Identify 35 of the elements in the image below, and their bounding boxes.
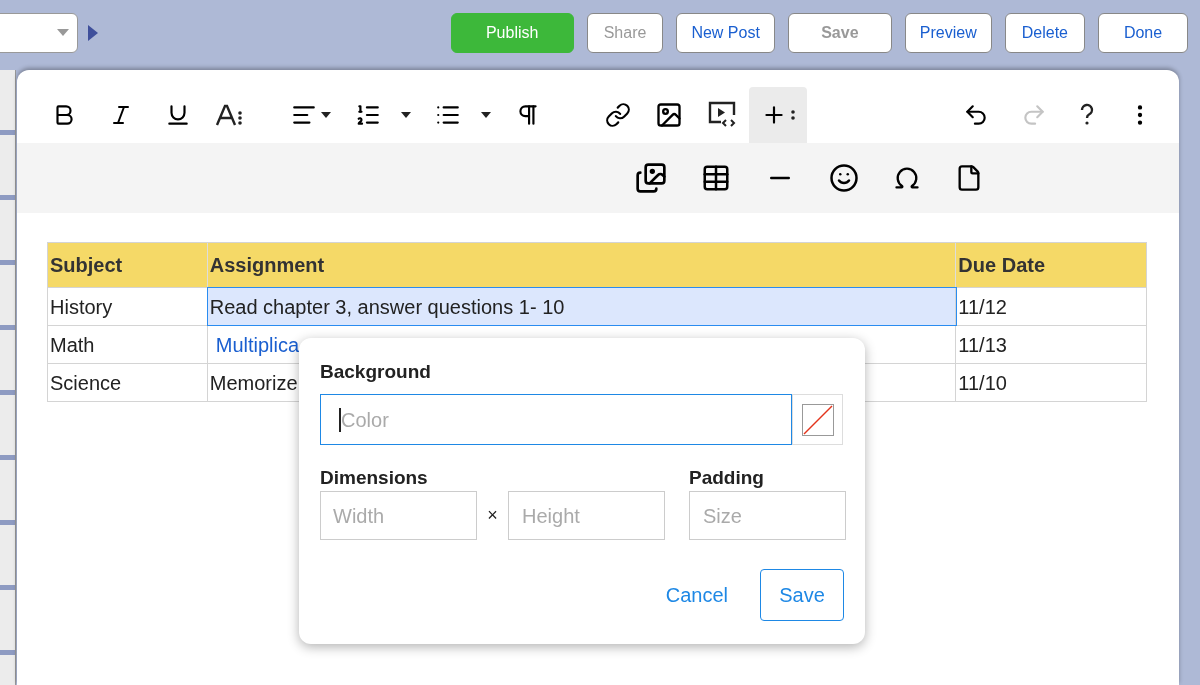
table-cell: Science bbox=[48, 364, 208, 401]
no-color-icon bbox=[801, 403, 834, 436]
field-label: Background bbox=[320, 361, 432, 383]
caret-icon bbox=[321, 112, 331, 118]
cancel-button[interactable]: Cancel bbox=[665, 580, 728, 610]
table-cell: Math bbox=[48, 326, 208, 363]
toolbar-button[interactable]: Preview bbox=[904, 12, 992, 53]
play-arrow-icon[interactable] bbox=[88, 24, 98, 41]
table-cell-text: 11/13 bbox=[957, 332, 1008, 358]
caret-icon bbox=[57, 29, 69, 36]
insert-more-icon[interactable] bbox=[749, 87, 807, 143]
field-label: Dimensions bbox=[320, 467, 429, 489]
numbered-list-icon bbox=[355, 102, 381, 128]
toolbar-button[interactable]: Done bbox=[1098, 12, 1188, 53]
toolbar-button[interactable]: Delete bbox=[1004, 12, 1085, 53]
table-cell-text: 11/10 bbox=[957, 370, 1008, 396]
table-icon[interactable] bbox=[701, 163, 731, 193]
toolbar-button[interactable]: New Post bbox=[676, 12, 775, 53]
column-header: Subject bbox=[48, 243, 208, 287]
emoji-icon[interactable] bbox=[829, 163, 859, 193]
save-button[interactable]: Save bbox=[760, 569, 844, 621]
dropdown[interactable] bbox=[0, 12, 78, 53]
color-input-field[interactable]: Color bbox=[320, 394, 792, 445]
height-input-field[interactable]: Height bbox=[508, 491, 665, 540]
caret-icon bbox=[401, 112, 411, 118]
caret-icon bbox=[481, 112, 491, 118]
toolbar-button[interactable]: Publish bbox=[450, 12, 574, 53]
table-cell-text: 11/12 bbox=[957, 294, 1008, 320]
table-cell: Read chapter 3, answer questions 1- 10 bbox=[207, 288, 957, 325]
field-label: Padding bbox=[689, 467, 765, 489]
padding-input-field[interactable]: Size bbox=[689, 491, 846, 540]
width-input-field[interactable]: Width bbox=[320, 491, 477, 540]
column-header: Due Date bbox=[957, 253, 1047, 278]
no-color-swatch-button[interactable] bbox=[792, 394, 843, 445]
times-sign: × bbox=[486, 504, 499, 527]
